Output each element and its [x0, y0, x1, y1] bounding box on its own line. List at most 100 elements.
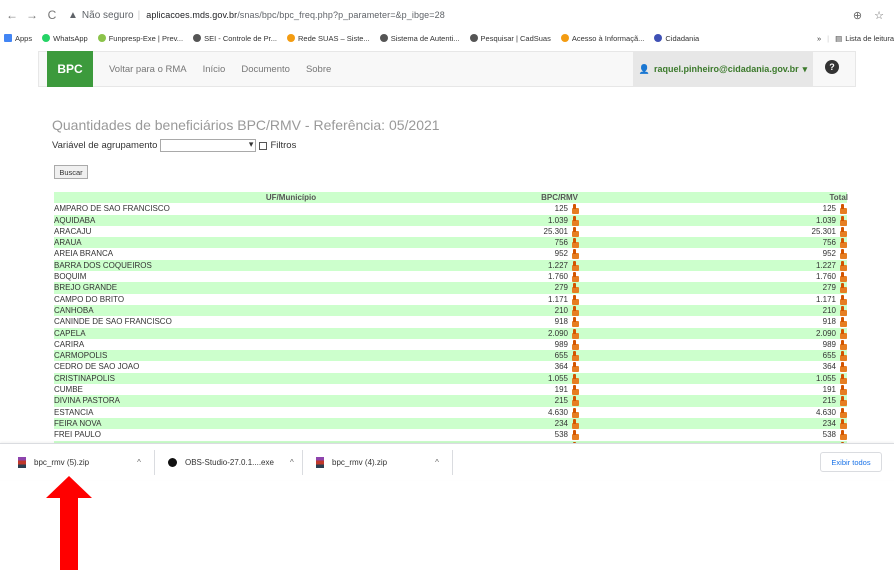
drilldown-icon[interactable]: [838, 260, 848, 271]
drilldown-icon[interactable]: [570, 215, 580, 226]
drilldown-icon[interactable]: [570, 351, 580, 362]
drilldown-icon[interactable]: [570, 396, 580, 407]
brand-logo[interactable]: BPC: [47, 51, 93, 87]
cell-total: 989: [822, 339, 836, 349]
table-header: UF/Município BPC/RMV Total: [54, 192, 848, 204]
drilldown-icon[interactable]: [838, 204, 848, 215]
cell-total: 1.039: [815, 215, 836, 225]
filtros-checkbox[interactable]: [259, 141, 268, 150]
bookmark-cadsuas[interactable]: Pesquisar | CadSuas: [469, 34, 551, 43]
bookmark-acesso[interactable]: Acesso à Informaçã...: [560, 34, 644, 43]
cell-total: 1.171: [815, 294, 836, 304]
download-item[interactable]: OBS-Studio-27.0.1....exe ^: [168, 444, 294, 481]
drilldown-icon[interactable]: [570, 373, 580, 384]
cell-total: 191: [822, 385, 836, 395]
show-all-downloads-button[interactable]: Exibir todos: [820, 452, 882, 472]
drilldown-icon[interactable]: [838, 328, 848, 339]
drilldown-icon[interactable]: [838, 339, 848, 350]
drilldown-icon[interactable]: [570, 294, 580, 305]
drilldown-icon[interactable]: [838, 430, 848, 441]
cell-total: 918: [822, 317, 836, 327]
chevron-up-icon[interactable]: ^: [137, 458, 141, 467]
drilldown-icon[interactable]: [570, 249, 580, 260]
drilldown-icon[interactable]: [838, 396, 848, 407]
chevron-up-icon[interactable]: ^: [435, 458, 439, 467]
drilldown-icon[interactable]: [838, 305, 848, 316]
drilldown-icon[interactable]: [838, 283, 848, 294]
drilldown-icon[interactable]: [838, 226, 848, 237]
nav-documento[interactable]: Documento: [241, 64, 290, 75]
drilldown-icon[interactable]: [570, 238, 580, 249]
cell-total: 2.090: [815, 328, 836, 338]
drilldown-icon[interactable]: [570, 385, 580, 396]
cell-total: 1.055: [815, 373, 836, 383]
bookmark-funpresp[interactable]: Funpresp-Exe | Prev...: [97, 34, 183, 43]
drilldown-icon[interactable]: [570, 418, 580, 429]
drilldown-icon[interactable]: [838, 238, 848, 249]
cell-municipio: BARRA DOS COQUEIROS: [54, 260, 152, 270]
reload-icon[interactable]: C: [44, 8, 60, 22]
security-indicator[interactable]: ▲ Não seguro |: [68, 10, 140, 21]
bookmark-cidadania[interactable]: Cidadania: [654, 34, 699, 43]
drilldown-icon[interactable]: [838, 272, 848, 283]
header-uf-municipio[interactable]: UF/Município: [54, 192, 528, 203]
forward-icon[interactable]: →: [24, 8, 40, 22]
chevron-up-icon[interactable]: ^: [290, 458, 294, 467]
cell-municipio: ARACAJU: [54, 226, 92, 236]
drilldown-icon[interactable]: [570, 407, 580, 418]
zoom-icon[interactable]: ⊕: [853, 9, 862, 22]
help-icon[interactable]: ?: [825, 60, 839, 74]
nav-sobre[interactable]: Sobre: [306, 64, 331, 75]
drilldown-icon[interactable]: [838, 294, 848, 305]
cell-total: 364: [822, 362, 836, 372]
cell-municipio: CRISTINAPOLIS: [54, 373, 115, 383]
nav-inicio[interactable]: Início: [203, 64, 226, 75]
header-total[interactable]: Total: [764, 192, 848, 203]
user-email: raquel.pinheiro@cidadania.gov.br: [654, 64, 799, 74]
drilldown-icon[interactable]: [838, 317, 848, 328]
drilldown-icon[interactable]: [570, 260, 580, 271]
drilldown-icon[interactable]: [838, 351, 848, 362]
drilldown-icon[interactable]: [838, 385, 848, 396]
cell-bpc-rmv: 210: [554, 305, 568, 315]
drilldown-icon[interactable]: [838, 418, 848, 429]
drilldown-icon[interactable]: [570, 430, 580, 441]
drilldown-icon[interactable]: [838, 407, 848, 418]
cell-total: 952: [822, 249, 836, 259]
drilldown-icon[interactable]: [838, 215, 848, 226]
drilldown-icon[interactable]: [570, 283, 580, 294]
buscar-button[interactable]: Buscar: [54, 165, 88, 179]
drilldown-icon[interactable]: [570, 204, 580, 215]
table-row: ARACAJU 25.301 25.301: [54, 226, 847, 237]
drilldown-icon[interactable]: [838, 373, 848, 384]
group-variable-select[interactable]: [160, 139, 257, 152]
drilldown-icon[interactable]: [570, 226, 580, 237]
caret-down-icon: ▾: [802, 63, 808, 74]
back-icon[interactable]: ←: [4, 8, 20, 22]
nav-voltar-rma[interactable]: Voltar para o RMA: [109, 64, 187, 75]
user-menu[interactable]: 👤 raquel.pinheiro@cidadania.gov.br ▾: [633, 52, 813, 86]
more-bookmarks-icon[interactable]: »: [817, 34, 821, 43]
bookmark-label: SEI - Controle de Pr...: [204, 33, 278, 43]
drilldown-icon[interactable]: [570, 272, 580, 283]
drilldown-icon[interactable]: [570, 305, 580, 316]
arrow-shape: [46, 476, 92, 570]
download-item[interactable]: bpc_rmv (4).zip ^: [316, 444, 439, 481]
table-row: BOQUIM 1.760 1.760: [54, 271, 848, 283]
drilldown-icon[interactable]: [570, 362, 580, 373]
drilldown-icon[interactable]: [838, 249, 848, 260]
star-icon[interactable]: ☆: [874, 9, 884, 22]
bookmark-sei[interactable]: SEI - Controle de Pr...: [193, 34, 277, 43]
drilldown-icon[interactable]: [570, 317, 580, 328]
bookmark-apps[interactable]: Apps: [4, 34, 32, 43]
drilldown-icon[interactable]: [838, 362, 848, 373]
cell-bpc-rmv: 655: [554, 351, 568, 361]
bookmark-rede-suas[interactable]: Rede SUAS – Siste...: [287, 34, 370, 43]
drilldown-icon[interactable]: [570, 339, 580, 350]
address-bar-url[interactable]: aplicacoes.mds.gov.br/snas/bpc/bpc_freq.…: [146, 10, 445, 20]
bookmark-whatsapp[interactable]: WhatsApp: [42, 34, 88, 43]
reading-list-button[interactable]: ▤ Lista de leitura: [835, 34, 894, 43]
drilldown-icon[interactable]: [570, 328, 580, 339]
header-bpc-rmv[interactable]: BPC/RMV: [494, 192, 578, 203]
bookmark-autenticacao[interactable]: Sistema de Autenti...: [379, 34, 460, 43]
